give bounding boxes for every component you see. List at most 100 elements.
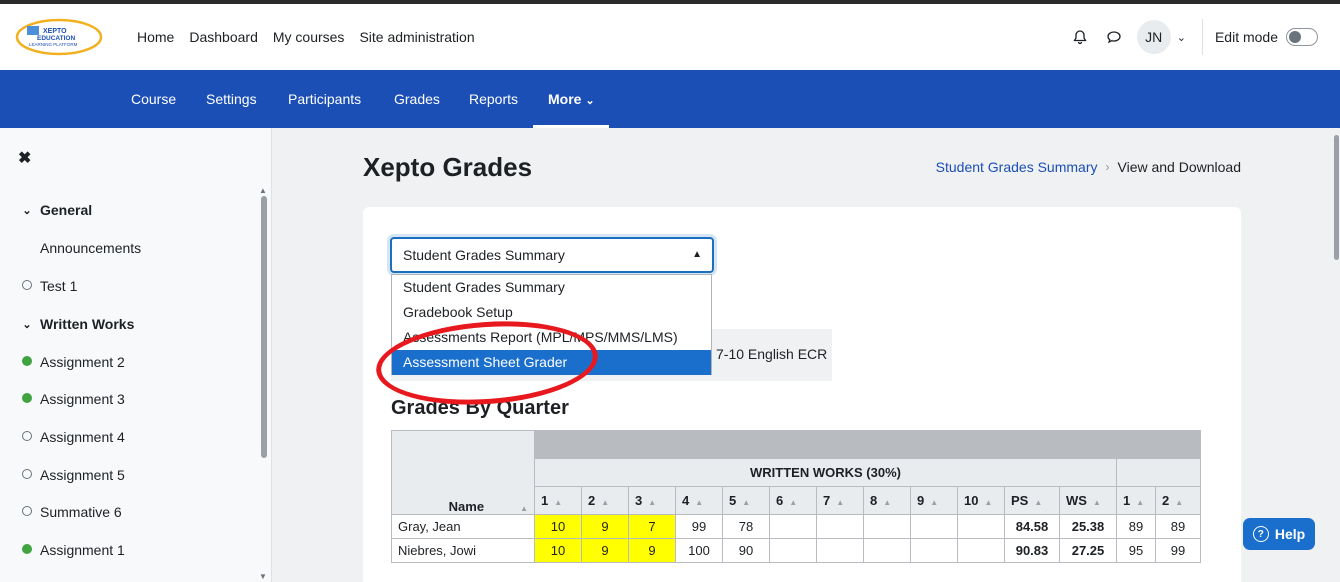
grade-cell [816,538,864,563]
select-option[interactable]: Student Grades Summary [392,275,711,300]
edit-mode-toggle[interactable] [1286,28,1318,46]
sort-icon: ▲ [984,498,993,507]
drawer-item-label: Summative 6 [40,504,122,520]
drawer-item-summative-6[interactable]: Summative 6 [20,504,122,520]
tab-more[interactable]: More ⌄ [533,70,609,128]
grade-cell: 90.83 [1004,538,1060,563]
grade-cell: 9 [581,538,629,563]
drawer-item-assignment-3[interactable]: Assignment 3 [20,391,125,407]
drawer-item-label: Assignment 5 [40,467,125,483]
chevron-down-icon: ⌄ [22,204,32,217]
column-header-label: 2 [588,493,596,508]
section-written-works[interactable]: ⌄ Written Works [20,316,134,332]
drawer-item-test-1[interactable]: Test 1 [20,278,77,294]
nav-site-administration[interactable]: Site administration [359,29,474,45]
drawer-item-assignment-2[interactable]: Assignment 2 [20,354,125,370]
grade-cell: 9 [628,538,676,563]
drawer-item-label: General [40,202,93,218]
column-header[interactable]: 6 ▲ [769,486,817,515]
select-option[interactable]: Gradebook Setup [392,300,711,325]
report-select[interactable]: Student Grades Summary ▲ [390,237,714,273]
sort-icon: ▲ [554,498,563,507]
sort-icon: ▲ [695,498,704,507]
course-label: 7-10 English ECR [716,346,828,362]
column-header[interactable]: 7 ▲ [816,486,864,515]
drawer-item-assignment-4[interactable]: Assignment 4 [20,429,125,445]
grade-cell: 99 [1155,538,1201,563]
column-header[interactable]: 2 ▲ [581,486,629,515]
tab-grades[interactable]: Grades [394,70,440,128]
column-header[interactable]: 3 ▲ [628,486,676,515]
help-button[interactable]: ? Help [1243,518,1315,550]
grade-cell: 25.38 [1059,514,1117,539]
name-header[interactable]: Name ▲ [391,430,535,515]
secondary-nav: Course Settings Participants Grades Repo… [0,70,1340,128]
grade-cell: 90 [722,538,770,563]
chevron-right-icon: › [1105,160,1110,174]
course-index-drawer: ✖ ⌄ General Announcements Test 1 ⌄ Written… [0,128,272,582]
column-header[interactable]: 2 ▲ [1155,486,1201,515]
scroll-up-arrow[interactable]: ▲ [259,186,267,195]
column-header-label: 7 [823,493,831,508]
sort-icon: ▲ [742,498,751,507]
tab-settings[interactable]: Settings [206,70,257,128]
tab-participants[interactable]: Participants [288,70,361,128]
circle-outline-icon [20,279,34,293]
check-dot-icon [20,355,34,369]
drawer-item-announcements[interactable]: Announcements [20,240,141,256]
nav-my-courses[interactable]: My courses [273,29,345,45]
page-title: Xepto Grades [363,152,533,182]
grade-cell: 84.58 [1004,514,1060,539]
group-header-next [1116,458,1201,487]
tab-reports[interactable]: Reports [469,70,518,128]
grade-cell [769,538,817,563]
grade-cell [910,538,958,563]
column-header[interactable]: 10 ▲ [957,486,1005,515]
grade-cell: 99 [675,514,723,539]
tab-course[interactable]: Course [131,70,176,128]
drawer-item-assignment-1[interactable]: Assignment 1 [20,542,125,558]
grade-cell [957,514,1005,539]
table-row: Niebres, Jowi 10 9 9 100 90 90.83 27.25 95 99 [391,538,1201,563]
drawer-item-assignment-5[interactable]: Assignment 5 [20,467,125,483]
grade-cell [863,514,911,539]
user-avatar[interactable]: JN [1136,20,1171,54]
column-header-label: 2 [1162,493,1170,508]
site-logo[interactable]: XEPTO EDUCATION LEARNING PLATFORM [15,18,103,56]
drawer-item-label: Announcements [40,240,142,256]
select-caret-icon: ▲ [692,249,702,260]
message-icon[interactable] [1103,26,1125,48]
bell-icon[interactable] [1069,26,1091,48]
column-header[interactable]: 9 ▲ [910,486,958,515]
column-header[interactable]: PS ▲ [1004,486,1060,515]
nav-home[interactable]: Home [137,29,174,45]
edit-mode-label: Edit mode [1214,29,1278,45]
scroll-down-arrow[interactable]: ▼ [259,572,267,581]
student-name: Gray, Jean [391,514,535,539]
top-navbar: XEPTO EDUCATION LEARNING PLATFORM Home D… [0,4,1340,70]
column-header[interactable]: WS ▲ [1059,486,1117,515]
drawer-item-label: Assignment 1 [40,542,125,558]
drawer-scrollbar[interactable] [261,196,267,458]
section-general[interactable]: ⌄ General [20,202,92,218]
column-header[interactable]: 1 ▲ [1116,486,1156,515]
column-header[interactable]: 5 ▲ [722,486,770,515]
grade-cell: 27.25 [1059,538,1117,563]
column-header-label: 1 [541,493,549,508]
nav-dashboard[interactable]: Dashboard [189,29,258,45]
column-header[interactable]: 8 ▲ [863,486,911,515]
breadcrumb-current: View and Download [1117,159,1242,175]
sort-icon: ▲ [1175,498,1184,507]
check-dot-icon [20,543,34,557]
breadcrumb-link[interactable]: Student Grades Summary [936,159,1098,175]
grade-cell: 89 [1155,514,1201,539]
column-header-label: WS [1066,493,1087,508]
chevron-down-icon: ⌄ [585,95,595,107]
svg-text:LEARNING PLATFORM: LEARNING PLATFORM [29,42,78,47]
column-header[interactable]: 4 ▲ [675,486,723,515]
chevron-down-icon[interactable]: ⌄ [1177,31,1186,44]
close-icon[interactable]: ✖ [18,148,31,168]
grade-cell [769,514,817,539]
column-header[interactable]: 1 ▲ [534,486,582,515]
page-scrollbar[interactable] [1334,135,1339,260]
